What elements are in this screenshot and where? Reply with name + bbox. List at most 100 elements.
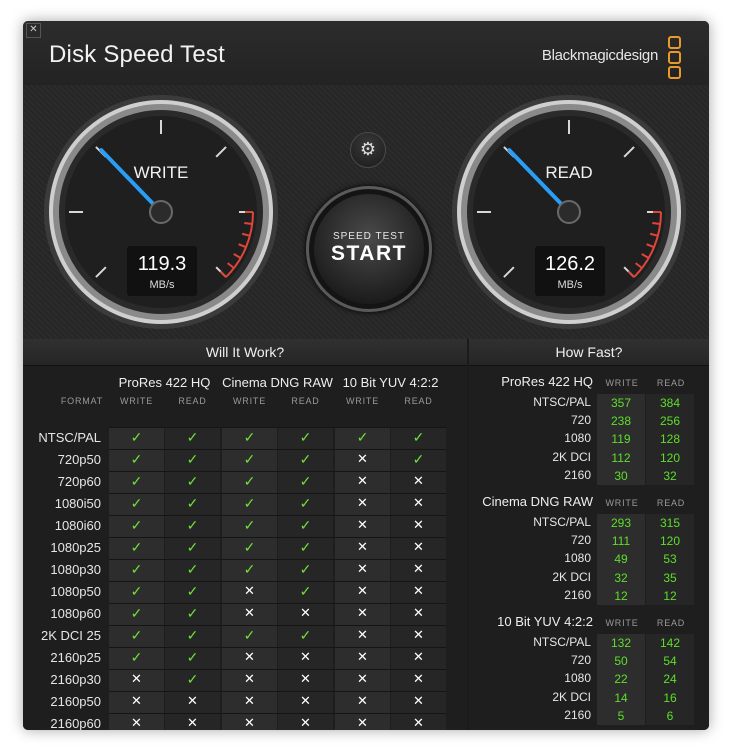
read-fps-value: 120 xyxy=(659,450,681,465)
check-icon: ✓ xyxy=(243,539,256,555)
how-fast-row-label: 2160 xyxy=(564,707,591,722)
read-fps-value: 142 xyxy=(659,636,681,650)
how-fast-row-label: 1080 xyxy=(564,431,591,446)
write-gauge: WRITE 119.3 MB/s xyxy=(44,95,278,329)
rw-column-header: WRITE xyxy=(120,396,153,406)
how-fast-write-header: WRITE xyxy=(605,378,639,388)
cross-icon: ✕ xyxy=(357,561,368,576)
row-divider xyxy=(109,603,446,604)
format-row-label: 720p50 xyxy=(57,452,101,467)
check-icon: ✓ xyxy=(186,561,199,577)
cross-icon: ✕ xyxy=(413,605,424,620)
rw-column-header: READ xyxy=(404,396,433,406)
format-row-label: NTSC/PAL xyxy=(38,430,101,445)
how-fast-row-label: 2K DCI xyxy=(552,449,591,464)
how-fast-panel: How Fast? ProRes 422 HQ WRITE READ NTSC/PAL… xyxy=(469,339,709,730)
format-row-label: 2160p50 xyxy=(50,694,101,709)
check-icon: ✓ xyxy=(412,451,425,467)
check-icon: ✓ xyxy=(243,627,256,643)
check-icon: ✓ xyxy=(186,649,199,665)
cross-icon: ✕ xyxy=(413,495,424,510)
read-speed-value: 126.2 xyxy=(545,253,595,275)
row-divider xyxy=(109,427,446,428)
cross-icon: ✕ xyxy=(187,693,198,708)
check-icon: ✓ xyxy=(243,561,256,577)
cross-icon: ✕ xyxy=(357,451,368,466)
row-divider xyxy=(109,449,446,450)
write-speed-value: 119.3 xyxy=(138,253,187,275)
cross-icon: ✕ xyxy=(244,671,255,686)
needle-hub xyxy=(557,200,581,224)
format-column-header: FORMAT xyxy=(60,396,103,406)
row-divider xyxy=(109,647,446,648)
rw-column-header: WRITE xyxy=(346,396,379,406)
gear-icon: ⚙ xyxy=(359,139,377,159)
row-divider xyxy=(109,581,446,582)
cross-icon: ✕ xyxy=(357,715,368,730)
row-divider xyxy=(109,515,446,516)
app-title: Disk Speed Test xyxy=(49,41,225,68)
cross-icon: ✕ xyxy=(413,649,424,664)
row-divider xyxy=(109,559,446,560)
cross-icon: ✕ xyxy=(413,693,424,708)
write-fps-value: 119 xyxy=(611,432,631,447)
redline-tick xyxy=(244,221,253,225)
app-window: Disk Speed Test Blackmagicdesign WRITE 1… xyxy=(23,21,709,730)
how-fast-row-label: NTSC/PAL xyxy=(533,515,591,529)
check-icon: ✓ xyxy=(130,495,143,511)
check-icon: ✓ xyxy=(186,627,199,643)
check-icon: ✓ xyxy=(130,627,143,643)
check-icon: ✓ xyxy=(243,517,256,533)
cross-icon: ✕ xyxy=(357,671,368,686)
cross-icon: ✕ xyxy=(413,561,424,576)
write-fps-value: 132 xyxy=(610,636,632,650)
write-fps-value: 238 xyxy=(610,414,632,429)
write-fps-value: 30 xyxy=(614,468,628,483)
cross-icon: ✕ xyxy=(357,495,368,510)
how-fast-read-header: READ xyxy=(656,618,686,628)
read-fps-value: 24 xyxy=(663,672,677,687)
read-speed-unit: MB/s xyxy=(557,279,583,291)
cross-icon: ✕ xyxy=(357,649,368,664)
read-fps-value: 6 xyxy=(666,708,674,723)
read-fps-value: 128 xyxy=(659,432,681,447)
read-gauge: READ 126.2 MB/s xyxy=(452,95,686,329)
how-fast-row-label: 720 xyxy=(570,533,591,548)
write-fps-value: 111 xyxy=(611,534,631,549)
cross-icon: ✕ xyxy=(131,715,142,730)
read-fps-value: 32 xyxy=(663,468,677,483)
check-icon: ✓ xyxy=(243,473,256,489)
check-icon: ✓ xyxy=(186,539,199,555)
cross-icon: ✕ xyxy=(357,517,368,532)
how-fast-row-label: 1080 xyxy=(564,551,591,566)
check-icon: ✓ xyxy=(130,517,143,533)
start-button-label: START xyxy=(331,242,407,265)
write-fps-value: 5 xyxy=(617,708,625,723)
cross-icon: ✕ xyxy=(413,517,424,532)
read-fps-value: 384 xyxy=(659,396,681,410)
check-icon: ✓ xyxy=(243,451,256,467)
gauge-area: WRITE 119.3 MB/s READ 126.2 MB/s ⚙ SPEED… xyxy=(23,85,709,339)
read-fps-value: 256 xyxy=(659,414,681,429)
read-fps-value: 120 xyxy=(659,534,681,549)
how-fast-row-label: NTSC/PAL xyxy=(533,395,591,409)
how-fast-read-header: READ xyxy=(656,498,686,508)
check-icon: ✓ xyxy=(186,473,199,489)
check-icon: ✓ xyxy=(130,473,143,489)
rw-column-header: READ xyxy=(178,396,207,406)
cross-icon: ✕ xyxy=(357,693,368,708)
close-icon[interactable]: ✕ xyxy=(26,23,41,38)
check-icon: ✓ xyxy=(130,605,143,621)
start-button[interactable]: SPEED TEST START xyxy=(306,186,432,312)
check-icon: ✓ xyxy=(243,495,256,511)
check-icon: ✓ xyxy=(299,429,312,445)
start-button-sublabel: SPEED TEST xyxy=(332,231,406,242)
cross-icon: ✕ xyxy=(300,671,311,686)
check-icon: ✓ xyxy=(186,495,199,511)
check-icon: ✓ xyxy=(299,561,312,577)
how-fast-row-label: NTSC/PAL xyxy=(533,635,591,649)
check-icon: ✓ xyxy=(299,495,312,511)
settings-button[interactable]: ⚙ xyxy=(350,132,386,168)
how-fast-row-label: 2160 xyxy=(564,587,591,602)
check-icon: ✓ xyxy=(130,561,143,577)
